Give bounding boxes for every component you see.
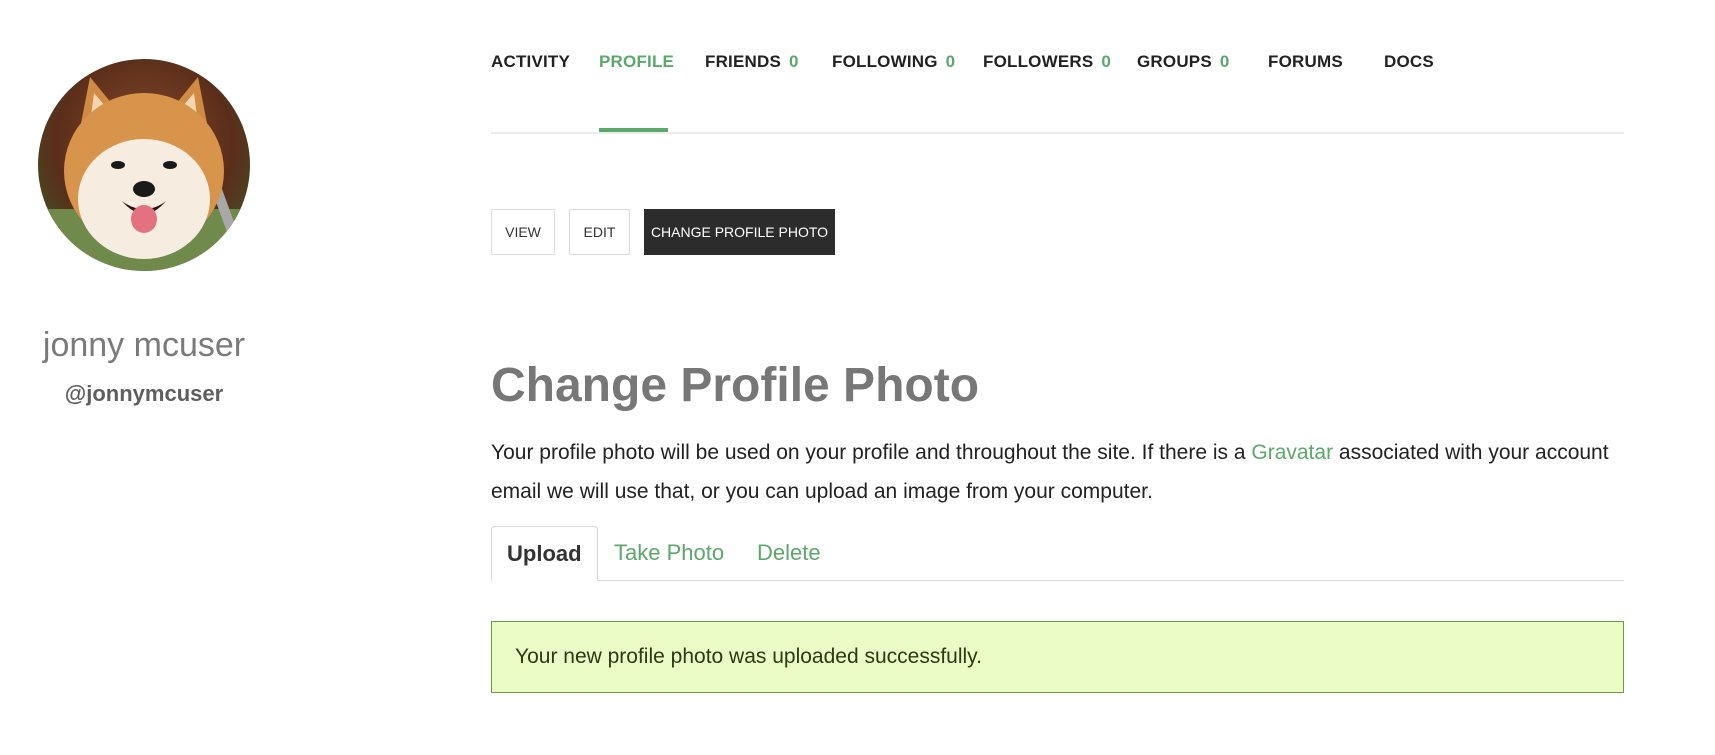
intro-text: Your profile photo will be used on your … [491, 433, 1631, 511]
profile-page: jonny mcuser @jonnymcuser ACTIVITY PROFI… [0, 0, 1715, 755]
success-notice: Your new profile photo was uploaded succ… [491, 621, 1624, 693]
nav-item-followers[interactable]: FOLLOWERS 0 [983, 52, 1111, 72]
intro-before: Your profile photo will be used on your … [491, 441, 1252, 464]
photo-tabs: Upload Take Photo Delete [491, 526, 1624, 581]
profile-nav: ACTIVITY PROFILE FRIENDS 0 FOLLOWING 0 FOL… [491, 0, 1624, 134]
nav-label: DOCS [1384, 52, 1434, 71]
view-button[interactable]: VIEW [491, 209, 555, 255]
tab-upload[interactable]: Upload [491, 526, 598, 581]
groups-count: 0 [1219, 52, 1230, 71]
change-profile-photo-button[interactable]: CHANGE PROFILE PHOTO [644, 209, 835, 255]
nav-label: GROUPS [1137, 52, 1212, 71]
avatar[interactable] [38, 59, 250, 271]
nav-item-following[interactable]: FOLLOWING 0 [832, 52, 955, 72]
nav-label: ACTIVITY [491, 52, 571, 71]
tab-delete[interactable]: Delete [757, 526, 821, 580]
nav-label: FOLLOWERS [983, 52, 1094, 71]
followers-count: 0 [1101, 52, 1112, 71]
page-title: Change Profile Photo [491, 359, 980, 412]
nav-label: FRIENDS [705, 52, 782, 71]
username: @jonnymcuser [64, 381, 224, 406]
nav-label: PROFILE [599, 52, 675, 71]
friends-count: 0 [789, 52, 799, 71]
shiba-dog-photo [38, 59, 250, 271]
nav-item-groups[interactable]: GROUPS 0 [1137, 52, 1230, 72]
nav-item-friends[interactable]: FRIENDS 0 [705, 52, 799, 72]
nav-item-docs[interactable]: DOCS [1384, 52, 1434, 72]
active-tab-indicator [599, 128, 668, 132]
following-count: 0 [945, 52, 956, 71]
tab-take-photo[interactable]: Take Photo [614, 526, 724, 580]
display-name: jonny mcuser [42, 326, 246, 364]
nav-label: FORUMS [1268, 52, 1343, 71]
nav-item-activity[interactable]: ACTIVITY [491, 52, 570, 72]
nav-item-forums[interactable]: FORUMS [1268, 52, 1343, 72]
nav-label: FOLLOWING [832, 52, 938, 71]
edit-button[interactable]: EDIT [569, 209, 630, 255]
nav-item-profile[interactable]: PROFILE [599, 52, 674, 72]
gravatar-link[interactable]: Gravatar [1251, 441, 1333, 464]
